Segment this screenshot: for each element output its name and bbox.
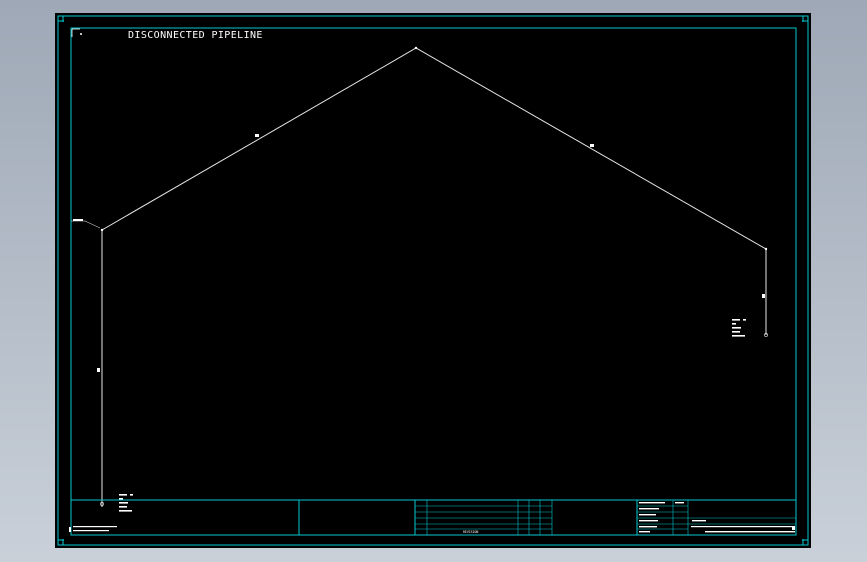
sheet-note — [69, 527, 71, 532]
end-note-left — [119, 494, 133, 512]
pipeline-path — [101, 47, 767, 507]
joint-marker — [764, 247, 768, 251]
revision-header: REVISION — [463, 530, 478, 534]
segment-tag — [762, 294, 765, 298]
segment-tag — [590, 144, 594, 147]
drawing-title: DISCONNECTED PIPELINE — [128, 30, 263, 41]
sheet-note — [73, 526, 117, 528]
approvals-table — [636, 500, 689, 535]
drawing-number-area — [688, 517, 796, 533]
leader-line — [84, 220, 101, 229]
inner-border — [70, 27, 797, 536]
joint-marker — [414, 46, 418, 50]
pipeline — [71, 46, 768, 507]
leader-note — [73, 219, 83, 221]
title-block: REVISION — [69, 499, 796, 535]
drawing-canvas: DISCONNECTED PIPELINE REVISION — [57, 15, 809, 546]
revision-table: REVISION — [415, 500, 553, 535]
joint-marker — [100, 228, 104, 232]
end-note-right — [732, 319, 746, 337]
drawing-sheet: DISCONNECTED PIPELINE REVISION — [55, 13, 811, 548]
outer-frame — [57, 15, 809, 546]
origin-marker — [71, 28, 82, 37]
segment-tag — [255, 134, 259, 137]
segment-tag — [97, 368, 100, 372]
corner-marks — [58, 16, 808, 545]
sheet-note — [73, 530, 109, 532]
